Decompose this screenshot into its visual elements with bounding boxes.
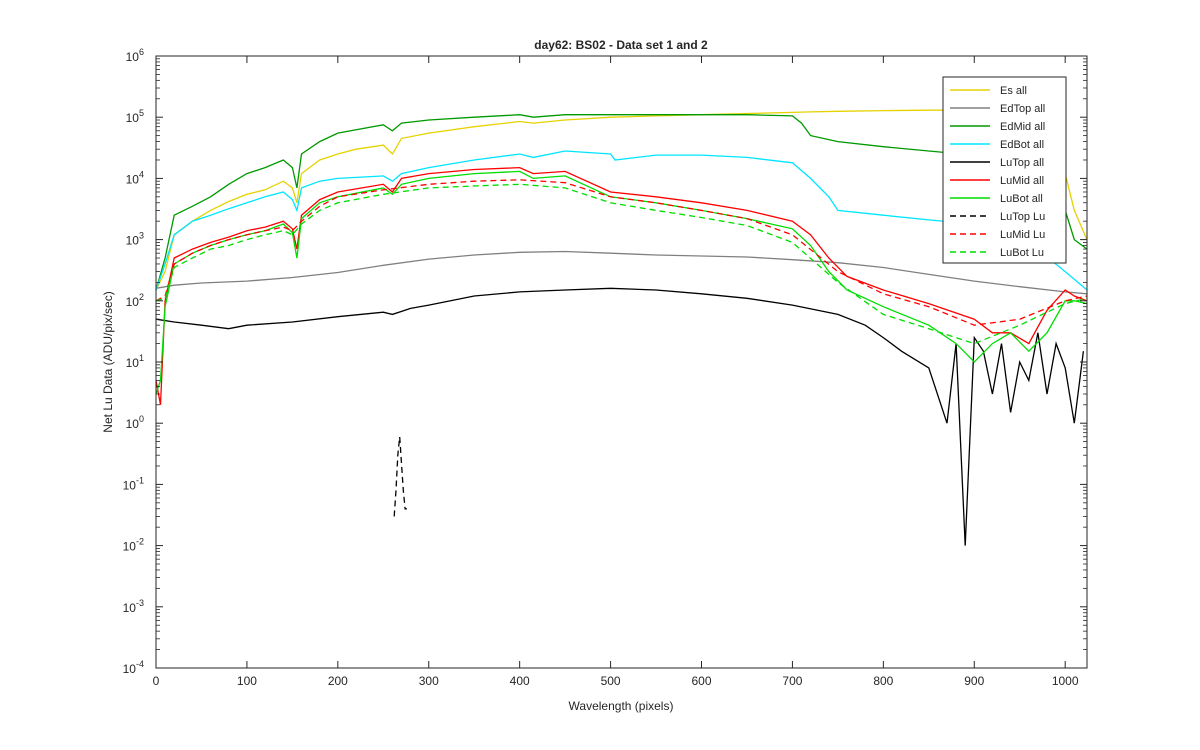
x-tick-label: 1000 xyxy=(1052,674,1079,688)
x-axis-label: Wavelength (pixels) xyxy=(569,699,674,713)
x-tick-label: 900 xyxy=(964,674,984,688)
y-tick-exponent: -3 xyxy=(136,598,144,608)
y-tick-exponent: 3 xyxy=(139,231,144,241)
x-tick-label: 500 xyxy=(601,674,621,688)
y-axis-label: Net Lu Data (ADU/pix/sec) xyxy=(101,291,115,432)
legend: Es all EdTop all EdMid all EdBot all LuTop a… xyxy=(942,76,1067,264)
y-tick-exponent: 4 xyxy=(139,169,144,179)
y-tick-exponent: -2 xyxy=(136,537,144,547)
legend-label: LuBot Lu xyxy=(1000,247,1044,259)
chart-figure: day62: BS02 - Data set 1 and 2 Wavelengt… xyxy=(0,0,1200,750)
x-tick-label: 400 xyxy=(510,674,530,688)
legend-label: LuTop Lu xyxy=(1000,211,1045,223)
chart-title: day62: BS02 - Data set 1 and 2 xyxy=(534,38,708,52)
y-tick-exponent: 1 xyxy=(139,353,144,363)
y-tick-exponent: 0 xyxy=(139,414,144,424)
y-tick-exponent: 6 xyxy=(139,47,144,57)
legend-label: EdMid all xyxy=(1000,121,1045,133)
legend-label: EdTop all xyxy=(1000,103,1045,115)
y-tick-exponent: 5 xyxy=(139,108,144,118)
legend-label: LuMid Lu xyxy=(1000,229,1045,241)
legend-label: LuMid all xyxy=(1000,175,1044,187)
x-tick-label: 0 xyxy=(153,674,160,688)
y-tick-exponent: -1 xyxy=(136,475,144,485)
x-tick-label: 600 xyxy=(691,674,711,688)
legend-label: EdBot all xyxy=(1000,139,1044,151)
legend-label: Es all xyxy=(1000,85,1027,97)
y-tick-exponent: 2 xyxy=(139,292,144,302)
x-tick-label: 700 xyxy=(782,674,802,688)
x-tick-label: 800 xyxy=(873,674,893,688)
x-tick-label: 200 xyxy=(328,674,348,688)
legend-label: LuBot all xyxy=(1000,193,1043,205)
y-tick-exponent: -4 xyxy=(136,659,144,669)
x-tick-label: 100 xyxy=(237,674,257,688)
legend-label: LuTop all xyxy=(1000,157,1044,169)
x-tick-label: 300 xyxy=(419,674,439,688)
